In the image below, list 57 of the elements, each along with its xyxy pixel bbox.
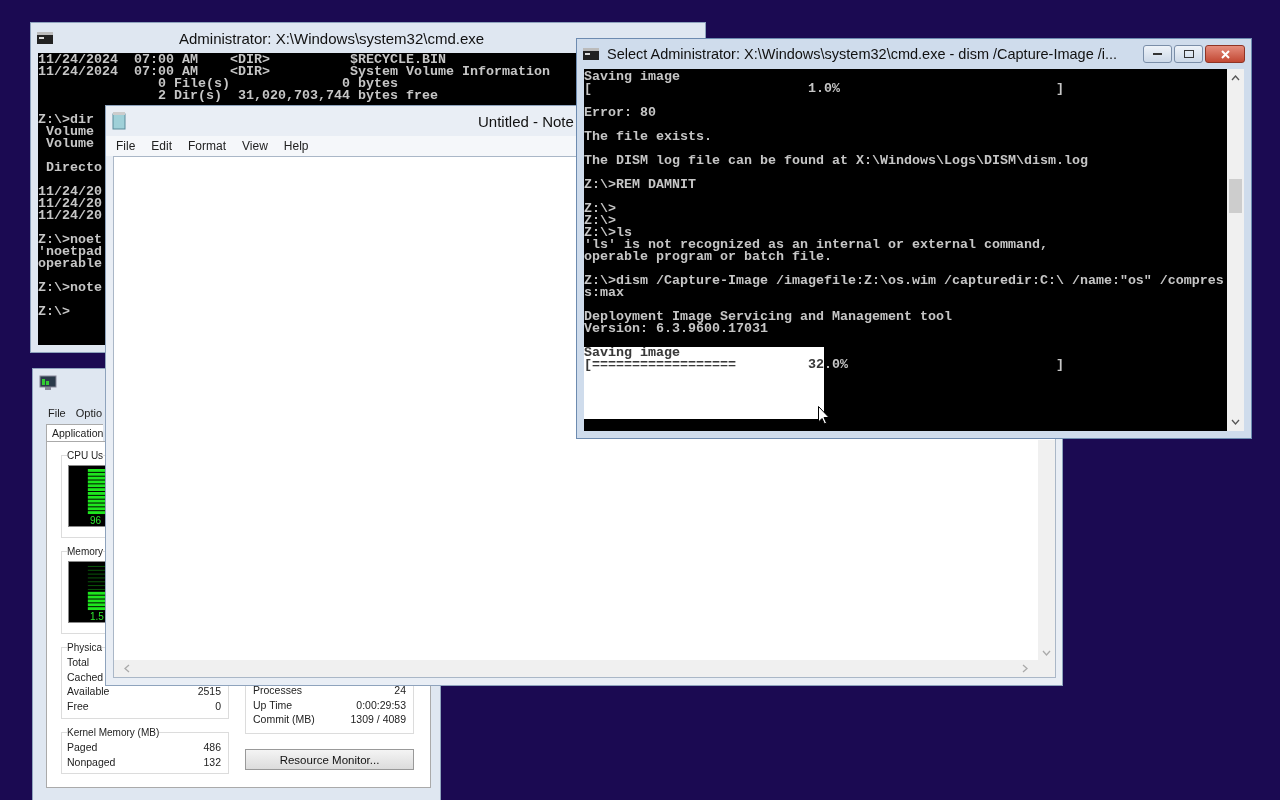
stat-label: Total	[67, 655, 90, 670]
stat-value: 24	[394, 682, 406, 698]
console-line: Z:\>note	[38, 282, 102, 294]
console-line: 0 File(s) 0 bytes	[156, 78, 398, 90]
stat-value: 0:00:29:53	[356, 697, 406, 713]
stat-label: Paged	[67, 739, 98, 755]
meter-reading: 96	[90, 515, 102, 526]
console-line: 11/24/2024 07:00 AM <DIR> System Volume Information	[38, 66, 550, 78]
stat-label: Cached	[67, 669, 104, 685]
console-line: Z:\>	[584, 215, 616, 227]
group-label: Kernel Memory (MB)	[67, 726, 160, 738]
meter-reading: 1.5	[90, 611, 104, 622]
stat-label: Available	[67, 684, 110, 700]
group-label: Physica	[67, 642, 102, 653]
console-line: Volume	[45, 138, 94, 150]
console-line: 11/24/2024 07:00 AM <DIR> $RECYCLE.BIN	[38, 54, 446, 66]
stat-value: 132	[203, 754, 221, 770]
stat-value: 0	[215, 699, 221, 714]
console-line: The DISM log file can be found at X:\Windows\Logs\DISM\dism.log	[584, 155, 1088, 167]
console-line: Error: 80	[584, 107, 656, 119]
console-line: Z:\>dir	[38, 114, 94, 126]
console-line: 11/24/20	[38, 198, 102, 210]
stat-label: Commit (MB)	[253, 712, 315, 727]
console-line: The file exists.	[584, 131, 712, 143]
stat-value: 486	[203, 739, 221, 755]
console-line: [ 1.0% ]	[584, 83, 1064, 95]
window-title: Untitled - Note	[478, 112, 574, 130]
console-line: Z:\>ls	[584, 227, 632, 239]
console-line: Z:\>	[584, 203, 616, 215]
console-line: 11/24/20	[38, 210, 102, 222]
console-line: 11/24/20	[38, 186, 102, 198]
stat-label: Free	[67, 699, 89, 714]
stat-label: Nonpaged	[67, 754, 116, 770]
stat-value: 1309 / 4089	[350, 712, 406, 727]
console-line: Directo	[45, 162, 102, 174]
console-line: 'noetpad	[38, 246, 102, 258]
console-line: Saving image	[584, 347, 680, 359]
console-line: 2 Dir(s) 31,020,703,744 bytes free	[156, 90, 438, 102]
group-label: CPU Us	[67, 450, 104, 461]
console-line: Saving image	[584, 71, 680, 83]
console-line: Z:\>	[38, 306, 70, 318]
console-line: Z:\>REM DAMNIT	[584, 179, 696, 191]
console-line: Deployment Image Servicing and Management tool	[584, 311, 952, 323]
console-line: operable program or batch file.	[584, 251, 832, 263]
console-line: 'ls' is not recognized as an internal or external command,	[584, 239, 1048, 251]
group-label: Memory	[67, 546, 104, 557]
console-line: Volume	[45, 126, 94, 138]
console-line: Version: 6.3.9600.17031	[584, 323, 768, 335]
stat-value: 2515	[197, 684, 221, 700]
console-line: Z:\>noet	[38, 234, 102, 246]
window-title: Administrator: X:\Windows\system32\cmd.exe	[179, 29, 485, 47]
window-title: Select Administrator: X:\Windows\system32\cmd.exe - dism /Capture-Image /i...	[607, 46, 1118, 62]
stat-label: Up Time	[253, 697, 293, 713]
stat-label: Processes	[253, 682, 303, 698]
console-line: operable	[38, 258, 102, 270]
console-line: s:max	[584, 287, 624, 299]
console-line: Z:\>dism /Capture-Image /imagefile:Z:\os.wim /capturedir:C:\ /name:"os" /compres	[584, 275, 1224, 287]
